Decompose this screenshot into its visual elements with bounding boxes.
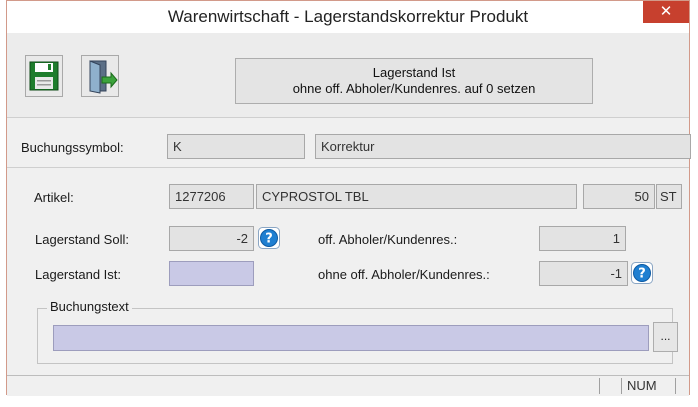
reset-stock-button[interactable]: Lagerstand Ist ohne off. Abholer/Kundenr…	[235, 58, 593, 104]
toolbar: Lagerstand Ist ohne off. Abholer/Kundenr…	[7, 33, 689, 118]
status-bar: NUM	[7, 375, 689, 396]
status-divider	[675, 378, 676, 394]
status-divider	[621, 378, 622, 394]
article-quantity-field: 50	[583, 184, 655, 209]
correction-window: Warenwirtschaft - Lagerstandskorrektur P…	[6, 0, 691, 396]
browse-button[interactable]: ...	[653, 322, 678, 352]
help-icon[interactable]: ?	[258, 227, 280, 249]
exit-door-icon	[89, 60, 118, 94]
save-button[interactable]	[25, 55, 63, 97]
num-lock-indicator: NUM	[627, 378, 657, 393]
reset-button-line1: Lagerstand Ist	[372, 65, 456, 80]
booking-symbol-label: Buchungssymbol:	[21, 140, 124, 155]
booking-symbol-field[interactable]: K	[167, 134, 305, 159]
separator	[7, 167, 689, 168]
svg-text:?: ?	[638, 267, 646, 282]
article-label: Artikel:	[34, 190, 74, 205]
stock-ist-input[interactable]	[169, 261, 254, 286]
title-bar: Warenwirtschaft - Lagerstandskorrektur P…	[7, 1, 689, 33]
article-number-field: 1277206	[169, 184, 254, 209]
open-reservations-field: 1	[539, 226, 626, 251]
without-reservations-label: ohne off. Abholer/Kundenres.:	[318, 267, 490, 282]
status-divider	[599, 378, 600, 394]
article-unit-field: ST	[656, 184, 682, 209]
exit-button[interactable]	[81, 55, 119, 97]
stock-soll-field: -2	[169, 226, 254, 251]
stock-soll-label: Lagerstand Soll:	[35, 232, 129, 247]
floppy-disk-icon	[29, 61, 59, 91]
help-icon[interactable]: ?	[631, 262, 653, 284]
booking-description-field: Korrektur	[315, 134, 691, 159]
close-button[interactable]: ✕	[643, 1, 689, 23]
booking-text-input[interactable]	[53, 325, 649, 351]
open-reservations-label: off. Abholer/Kundenres.:	[318, 232, 458, 247]
article-name-field: CYPROSTOL TBL	[256, 184, 577, 209]
without-reservations-field: -1	[539, 261, 628, 286]
svg-text:?: ?	[265, 232, 273, 247]
reset-button-line2: ohne off. Abholer/Kundenres. auf 0 setze…	[292, 81, 536, 96]
stock-ist-label: Lagerstand Ist:	[35, 267, 121, 282]
booking-text-legend: Buchungstext	[47, 299, 132, 314]
window-title: Warenwirtschaft - Lagerstandskorrektur P…	[167, 7, 529, 26]
